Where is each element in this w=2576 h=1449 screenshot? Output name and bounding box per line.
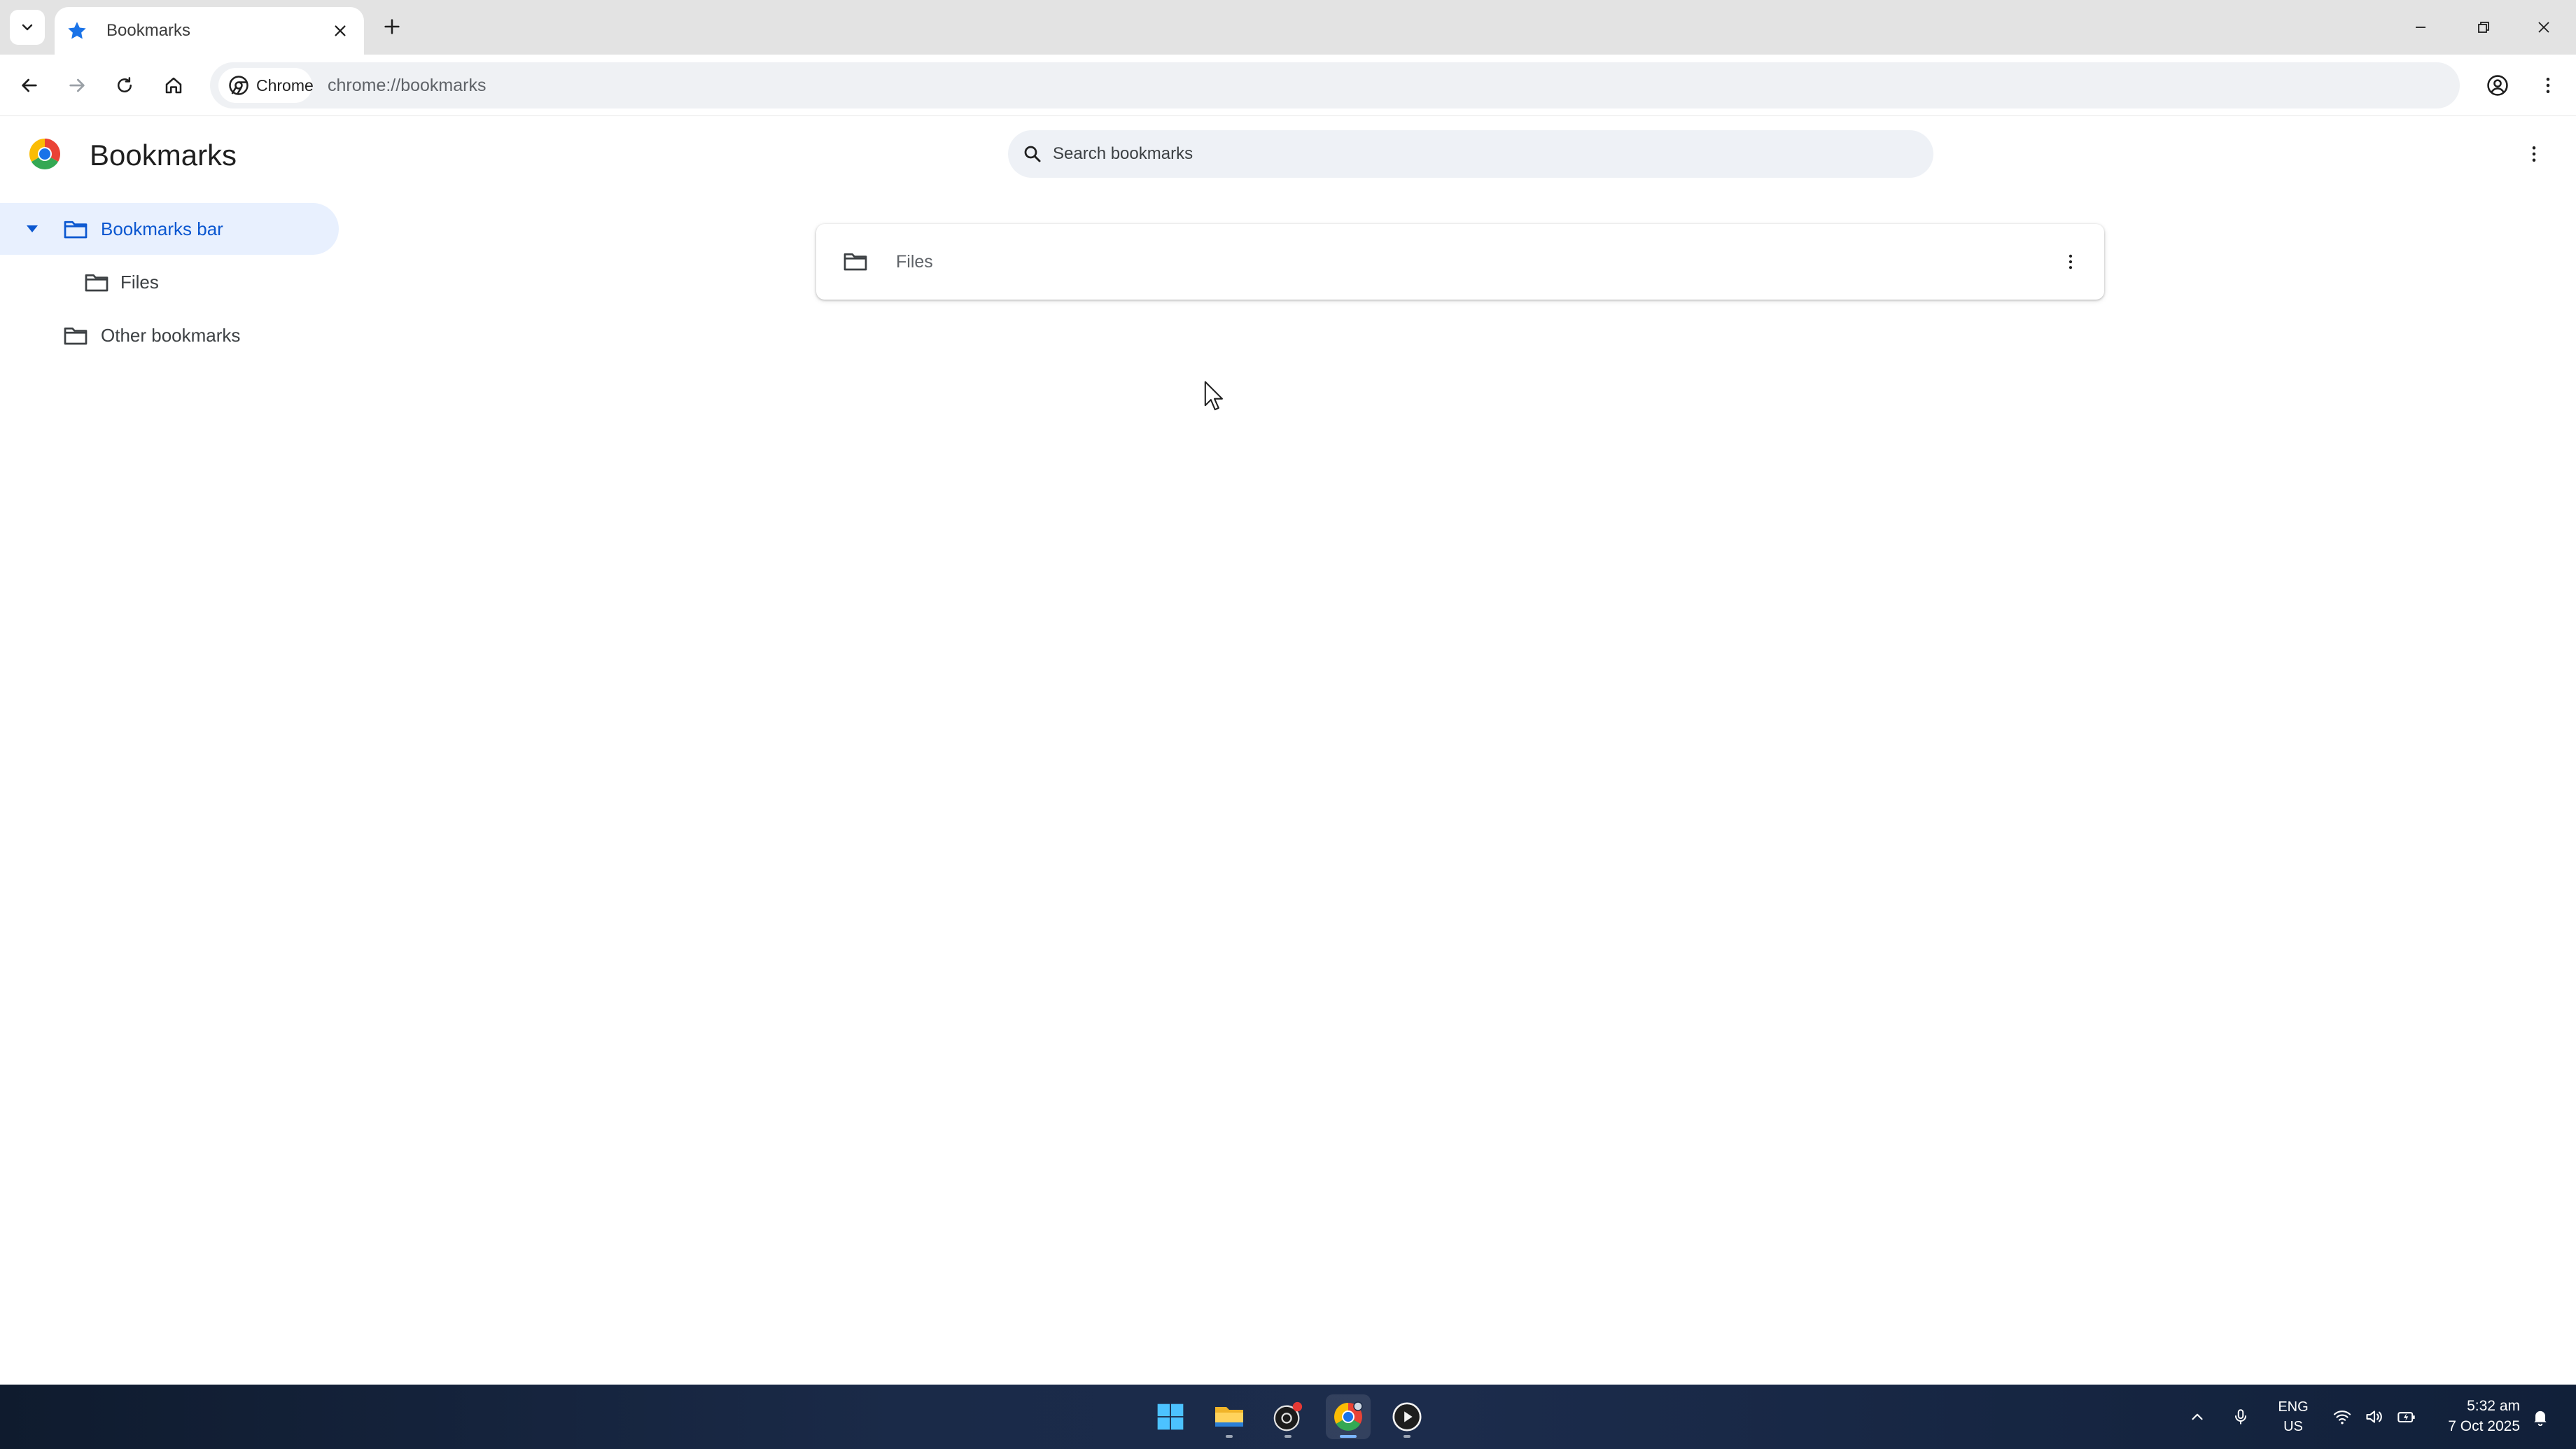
sidebar-item-label: Other bookmarks: [101, 325, 241, 346]
chrome-icon: [1334, 1401, 1363, 1431]
notification-button[interactable]: [2526, 1385, 2555, 1449]
chevron-down-icon: [22, 24, 33, 31]
search-bookmarks-field[interactable]: [1008, 130, 1933, 178]
more-vert-icon: [2068, 254, 2073, 270]
tray-clock[interactable]: 5:32 am 7 Oct 2025: [2429, 1396, 2520, 1436]
app-icon: [1273, 1401, 1303, 1432]
home-button[interactable]: [157, 69, 190, 102]
search-icon: [1024, 146, 1041, 162]
notification-bell-icon: [2534, 1410, 2547, 1427]
close-icon: [2538, 22, 2549, 33]
more-vert-icon: [2546, 78, 2550, 93]
tab-close-button[interactable]: [329, 20, 351, 42]
taskbar-app-recorder[interactable]: [1266, 1394, 1310, 1439]
arrow-left-icon: [22, 78, 37, 92]
tab-search-button[interactable]: [10, 10, 45, 45]
tray-language[interactable]: ENG US: [2272, 1397, 2314, 1436]
star-icon: [68, 22, 86, 39]
microphone-icon: [2234, 1409, 2247, 1424]
folder-icon: [64, 327, 88, 345]
clock-time: 5:32 am: [2467, 1398, 2520, 1414]
reload-icon: [118, 77, 132, 92]
minimize-icon: [2416, 27, 2426, 28]
language-code: ENG: [2278, 1399, 2309, 1415]
folder-icon: [85, 274, 108, 292]
taskbar-chrome[interactable]: [1326, 1394, 1371, 1439]
reload-button[interactable]: [108, 69, 141, 102]
new-tab-button[interactable]: [378, 13, 406, 41]
address-bar[interactable]: Chrome chrome://bookmarks: [210, 62, 2460, 108]
profile-button[interactable]: [2481, 69, 2514, 102]
chevron-up-icon: [2192, 1413, 2203, 1420]
bookmark-item-menu-button[interactable]: [2055, 246, 2086, 277]
play-icon: [1392, 1402, 1422, 1432]
search-input[interactable]: [1053, 144, 1893, 164]
close-icon: [335, 25, 346, 36]
caret-down-icon[interactable]: [24, 223, 41, 235]
browser-toolbar: Chrome chrome://bookmarks: [0, 55, 2576, 116]
chrome-icon: [229, 76, 248, 95]
minimize-button[interactable]: [2407, 13, 2435, 41]
battery-charging-icon: [2398, 1412, 2415, 1423]
tray-microphone[interactable]: [2226, 1385, 2255, 1449]
browser-menu-button[interactable]: [2531, 69, 2565, 102]
taskbar-media-player[interactable]: [1385, 1394, 1429, 1439]
close-window-button[interactable]: [2530, 13, 2558, 41]
plus-icon: [384, 19, 400, 34]
taskbar: ENG US 5:32 am 7 Oct 2025: [0, 1385, 2576, 1449]
forward-button[interactable]: [60, 69, 94, 102]
tray-network[interactable]: [2327, 1385, 2358, 1449]
profile-icon: [2487, 75, 2508, 96]
sidebar-item-other-bookmarks[interactable]: Other bookmarks: [0, 309, 339, 361]
start-button[interactable]: [1148, 1394, 1193, 1439]
wifi-icon: [2333, 1410, 2351, 1424]
tab-strip: Bookmarks: [0, 0, 2576, 55]
tray-volume[interactable]: [2359, 1385, 2390, 1449]
tab-bookmarks[interactable]: Bookmarks: [55, 7, 364, 55]
folder-icon: [64, 220, 88, 239]
site-chip-label: Chrome: [256, 76, 314, 94]
speaker-icon: [2366, 1410, 2382, 1423]
taskbar-file-explorer[interactable]: [1207, 1394, 1252, 1439]
bookmark-list-item[interactable]: Files: [816, 224, 2104, 300]
windows-icon: [1157, 1404, 1184, 1430]
sidebar-item-bookmarks-bar[interactable]: Bookmarks bar: [0, 203, 339, 255]
tab-title: Bookmarks: [106, 21, 191, 40]
file-explorer-icon: [1215, 1407, 1243, 1427]
page-title: Bookmarks: [90, 139, 237, 172]
sidebar-item-label: Bookmarks bar: [101, 218, 223, 239]
region-code: US: [2283, 1419, 2303, 1434]
home-icon: [165, 77, 182, 94]
sidebar-item-label: Files: [120, 272, 159, 293]
restore-icon: [2478, 22, 2489, 33]
arrow-right-icon: [69, 78, 85, 92]
folder-icon: [844, 253, 867, 271]
organize-menu-button[interactable]: [2519, 139, 2549, 169]
bookmark-item-label: Files: [896, 252, 933, 272]
sidebar-item-files[interactable]: Files: [0, 256, 339, 308]
restore-button[interactable]: [2470, 13, 2498, 41]
tray-battery[interactable]: [2391, 1385, 2422, 1449]
url-text[interactable]: chrome://bookmarks: [328, 62, 486, 108]
mouse-cursor-icon: [1204, 381, 1224, 411]
clock-date: 7 Oct 2025: [2448, 1418, 2520, 1434]
bookmarks-logo-icon: [29, 139, 60, 169]
back-button[interactable]: [13, 69, 46, 102]
more-vert-icon: [2532, 146, 2536, 162]
tray-overflow-button[interactable]: [2183, 1385, 2212, 1449]
